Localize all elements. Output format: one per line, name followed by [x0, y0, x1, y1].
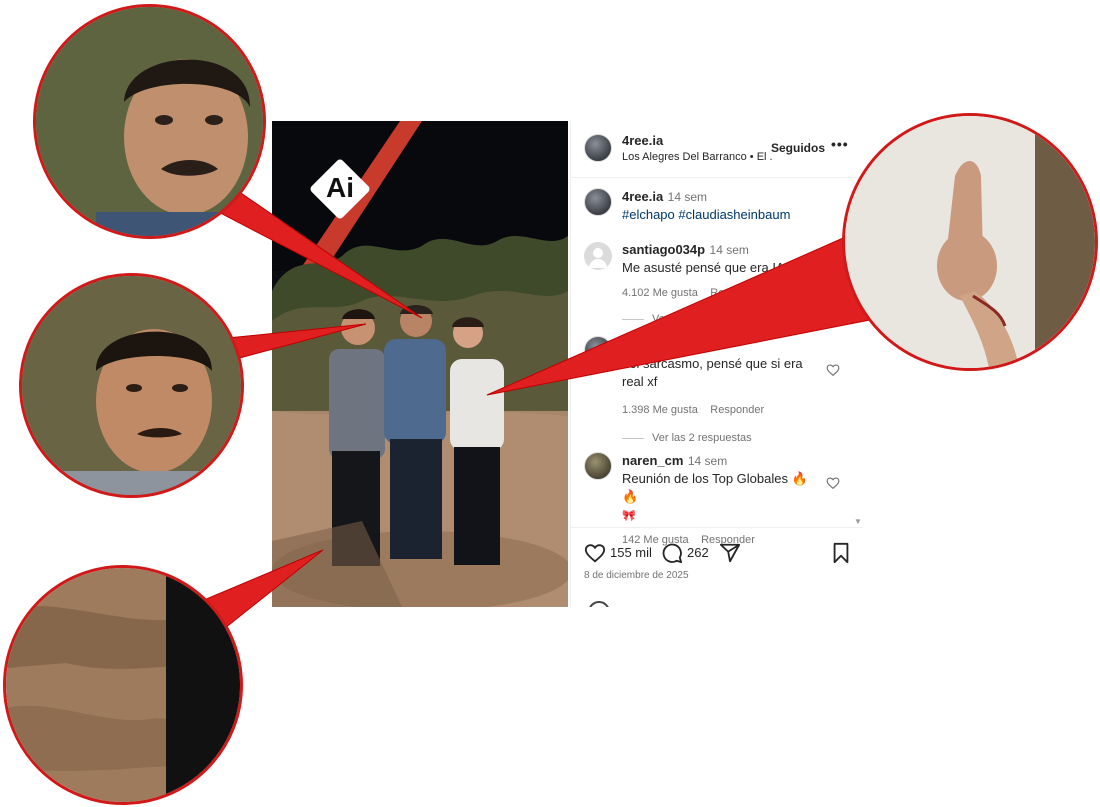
- callout-wedge-face-middle: [204, 181, 423, 319]
- zoom-face-left: [19, 273, 244, 498]
- callout-wedge-hand: [486, 234, 871, 396]
- callout-wedge-face-left: [227, 323, 367, 361]
- zoom-face-middle: [33, 4, 266, 239]
- zoom-hand: [842, 113, 1098, 371]
- zoom-ground: [3, 565, 243, 805]
